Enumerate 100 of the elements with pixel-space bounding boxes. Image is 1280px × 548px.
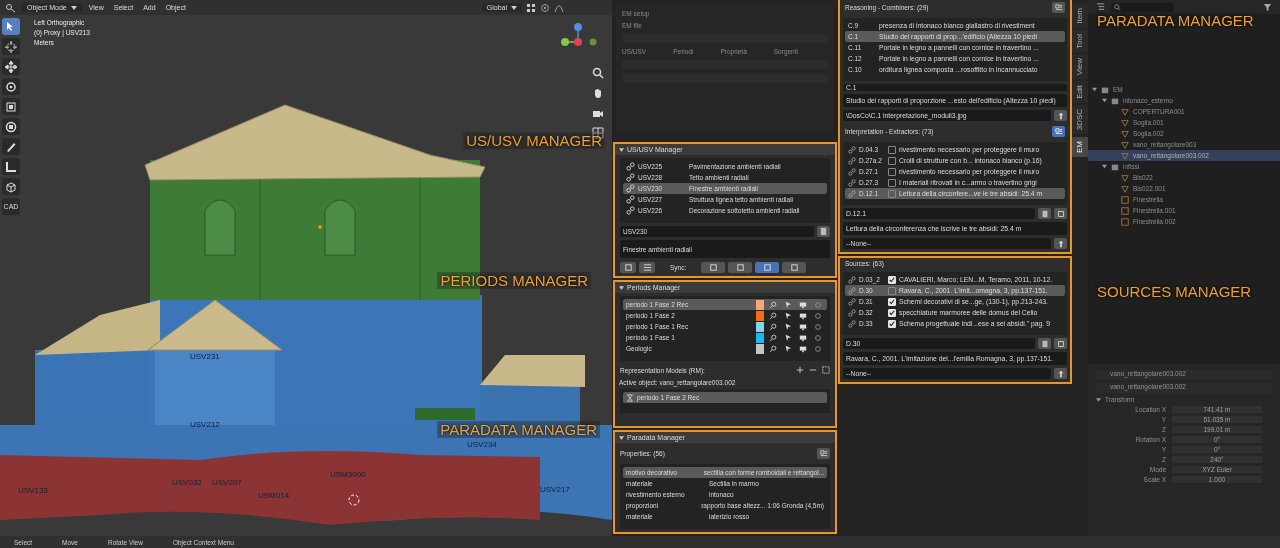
monitor-icon[interactable] (799, 333, 807, 342)
select-box-icon[interactable] (822, 366, 830, 375)
checkbox[interactable] (888, 189, 896, 198)
list-button[interactable] (639, 262, 655, 274)
period-color-swatch[interactable] (756, 343, 764, 354)
link-icon (848, 145, 856, 154)
checkbox[interactable] (888, 156, 896, 165)
monitor-icon[interactable] (799, 322, 807, 331)
tool-button[interactable] (2, 158, 20, 175)
object-button[interactable] (1054, 338, 1067, 349)
checkbox[interactable] (888, 178, 896, 187)
disclosure-triangle-icon[interactable] (1102, 98, 1107, 103)
filter-button[interactable] (817, 448, 830, 459)
filter-button[interactable] (1052, 2, 1065, 13)
paste-button[interactable] (1038, 338, 1051, 349)
filter-icon (819, 449, 828, 458)
link-icon (848, 275, 856, 284)
tool-button[interactable] (2, 38, 20, 55)
upload-arrow-icon (1056, 239, 1065, 248)
paste-button[interactable] (1038, 208, 1051, 219)
snap-icon[interactable] (526, 2, 536, 13)
object-button[interactable] (1054, 208, 1067, 219)
display-mode-icon[interactable] (1096, 2, 1105, 12)
falloff-icon[interactable] (554, 2, 564, 13)
sync-toggle[interactable] (701, 262, 726, 274)
tool-button[interactable] (2, 58, 20, 75)
navigation-gizmo-icon[interactable] (561, 23, 597, 46)
period-color-swatch[interactable] (756, 299, 764, 310)
origin-dot (318, 225, 322, 229)
link-icon (848, 156, 856, 165)
sidebar-tab[interactable]: Item (1072, 4, 1088, 28)
clipboard-icon (1040, 209, 1049, 218)
sync-toggle[interactable] (782, 262, 807, 274)
disclosure-triangle-icon[interactable] (1102, 164, 1107, 169)
tool-button[interactable] (2, 18, 20, 35)
model-label: USV231 (190, 352, 220, 361)
sidebar-tab[interactable]: 3DSC (1072, 105, 1088, 135)
tool-button[interactable] (2, 138, 20, 155)
period-color-swatch[interactable] (756, 332, 764, 343)
search-icon[interactable] (769, 300, 777, 309)
sync-toggle[interactable] (728, 262, 753, 274)
hand-icon[interactable] (592, 87, 604, 99)
search-icon[interactable] (769, 333, 777, 342)
monitor-icon[interactable] (799, 311, 807, 320)
paste-button[interactable] (817, 226, 830, 238)
link-icon (626, 162, 635, 172)
circle-icon[interactable] (814, 344, 822, 353)
link-icon (848, 319, 856, 328)
pencil-icon (5, 140, 17, 153)
upload-arrow-icon (1056, 111, 1065, 120)
model-label: USM3000 (330, 470, 366, 479)
sidebar-tab[interactable]: View (1072, 54, 1088, 80)
search-field[interactable] (1111, 2, 1174, 12)
sidebar-tab[interactable]: Tool (1072, 29, 1088, 53)
monitor-icon[interactable] (799, 300, 807, 309)
tool-button[interactable] (2, 178, 20, 195)
monitor-icon[interactable] (799, 344, 807, 353)
search-icon[interactable] (769, 322, 777, 331)
tool-button[interactable] (2, 98, 20, 115)
ruler-icon (5, 160, 17, 173)
upload-arrow-icon (1056, 369, 1065, 378)
transform-icon (5, 120, 17, 133)
annotation-label: PARADATA MANAGER (437, 421, 600, 438)
search-icon[interactable] (769, 311, 777, 320)
circle-icon[interactable] (814, 333, 822, 342)
filter-button[interactable] (1052, 126, 1065, 137)
model-label: USV217 (540, 485, 570, 494)
disclosure-triangle-icon[interactable] (1092, 87, 1097, 92)
filter-icon[interactable] (1263, 2, 1272, 12)
box-icon (1121, 206, 1129, 215)
checkbox[interactable] (888, 167, 896, 176)
filter-icon (1054, 127, 1063, 136)
upload-button[interactable] (1054, 238, 1067, 249)
tool-button[interactable] (2, 78, 20, 95)
search-icon[interactable] (769, 344, 777, 353)
square-icon (735, 263, 745, 273)
square-icon (789, 263, 799, 273)
sync-toggle[interactable] (755, 262, 780, 274)
cube-icon (5, 180, 17, 193)
period-color-swatch[interactable] (756, 310, 764, 321)
circle-icon[interactable] (814, 311, 822, 320)
period-color-swatch[interactable] (756, 321, 764, 332)
upload-button[interactable] (1054, 110, 1067, 121)
upload-button[interactable] (1054, 368, 1067, 379)
circle-icon[interactable] (814, 322, 822, 331)
sidebar-tab[interactable]: Edit (1072, 81, 1088, 104)
3d-cursor-icon[interactable] (348, 494, 360, 506)
hourglass-icon (626, 393, 634, 402)
tool-button[interactable] (2, 118, 20, 135)
link-icon (626, 195, 635, 205)
zoom-icon[interactable] (592, 67, 604, 79)
link-icon (848, 167, 856, 176)
sidebar-tab[interactable]: EM (1072, 136, 1088, 157)
box-icon (1121, 195, 1129, 204)
checkbox[interactable] (888, 145, 896, 154)
add-icon[interactable] (796, 366, 804, 375)
select-object-button[interactable] (620, 262, 636, 274)
checkbox[interactable] (888, 286, 896, 295)
model-label: USM014 (258, 491, 290, 500)
proportional-edit-icon[interactable] (540, 2, 550, 13)
